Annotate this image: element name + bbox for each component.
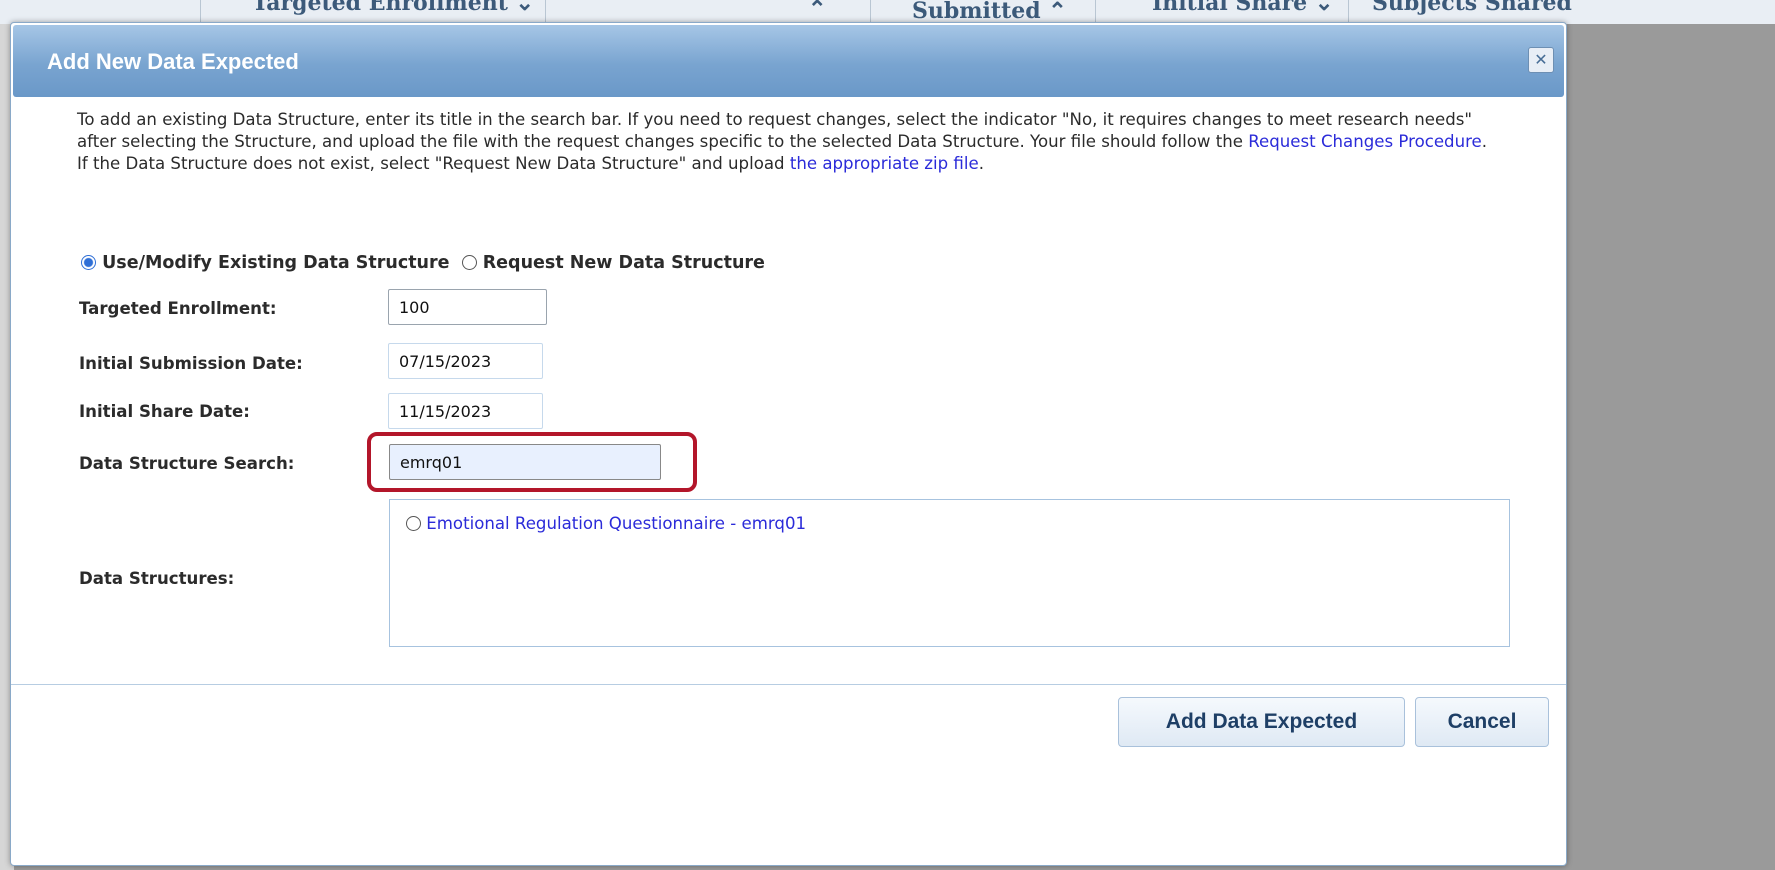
bg-col-subjects-shared: Subjects Shared xyxy=(1372,0,1572,16)
use-existing-label[interactable]: Use/Modify Existing Data Structure xyxy=(102,253,449,273)
instructions-part-3: . xyxy=(978,154,984,173)
data-structures-list: Emotional Regulation Questionnaire - emr… xyxy=(389,499,1510,647)
bg-col-sort: ⌃ xyxy=(808,0,827,22)
search-highlight-box xyxy=(367,432,697,492)
initial-submission-date-field[interactable] xyxy=(388,343,543,379)
add-data-expected-button[interactable]: Add Data Expected xyxy=(1118,697,1405,747)
request-new-label[interactable]: Request New Data Structure xyxy=(483,253,765,273)
bg-divider xyxy=(1095,0,1096,24)
bg-col-submitted: Submitted ⌃ xyxy=(912,0,1067,24)
list-item[interactable]: Emotional Regulation Questionnaire - emr… xyxy=(406,514,806,533)
request-changes-procedure-link[interactable]: Request Changes Procedure xyxy=(1248,132,1482,151)
bg-col-initial-share: Initial Share ⌄ xyxy=(1152,0,1334,16)
bg-divider xyxy=(870,0,871,24)
instructions-text: To add an existing Data Structure, enter… xyxy=(77,109,1497,175)
appropriate-zip-file-link[interactable]: the appropriate zip file xyxy=(790,154,979,173)
add-data-expected-dialog: Add New Data Expected ✕ To add an existi… xyxy=(10,22,1567,866)
footer-divider xyxy=(11,684,1566,685)
request-new-radio[interactable] xyxy=(461,255,477,270)
initial-submission-date-label: Initial Submission Date: xyxy=(79,354,303,373)
background-table-header: Targeted Enrollment ⌄ ⌃ Submitted ⌃ Init… xyxy=(0,0,1775,24)
initial-share-date-field[interactable] xyxy=(388,393,543,429)
data-structure-search-label: Data Structure Search: xyxy=(79,454,295,473)
bg-divider xyxy=(200,0,201,24)
initial-share-date-label: Initial Share Date: xyxy=(79,402,250,421)
targeted-enrollment-field[interactable] xyxy=(388,289,547,325)
close-icon[interactable]: ✕ xyxy=(1528,47,1554,73)
use-existing-radio[interactable] xyxy=(81,255,96,270)
bg-divider xyxy=(545,0,546,24)
bg-divider xyxy=(1348,0,1349,24)
structure-radio[interactable] xyxy=(406,516,421,531)
dialog-titlebar[interactable]: Add New Data Expected ✕ xyxy=(13,25,1564,97)
structure-mode-options: Use/Modify Existing Data Structure Reque… xyxy=(81,253,765,277)
cancel-button[interactable]: Cancel xyxy=(1415,697,1549,747)
dialog-title: Add New Data Expected xyxy=(47,49,299,74)
targeted-enrollment-label: Targeted Enrollment: xyxy=(79,299,277,318)
structure-option-label[interactable]: Emotional Regulation Questionnaire - emr… xyxy=(426,514,806,533)
data-structures-label: Data Structures: xyxy=(79,569,235,588)
bg-col-targeted-enrollment: Targeted Enrollment ⌄ xyxy=(252,0,534,16)
